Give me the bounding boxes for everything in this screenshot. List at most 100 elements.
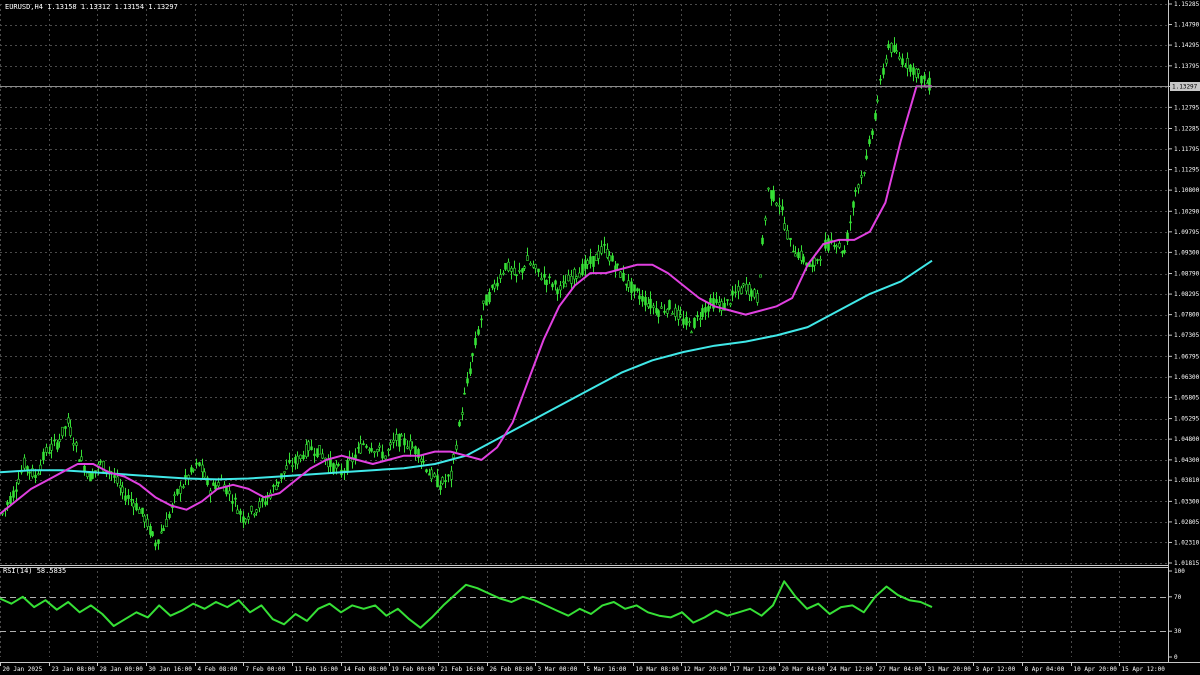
x-tick-label: 14 Feb 08:00	[344, 666, 388, 673]
candle-body	[797, 252, 800, 259]
y-tick-label: 1.14790	[1174, 22, 1200, 29]
candle-body	[332, 463, 335, 473]
y-tick-label: 1.10800	[1174, 187, 1200, 194]
candle-body	[616, 263, 619, 266]
x-tick-label: 19 Feb 00:00	[392, 666, 436, 673]
x-tick-label: 15 Apr 12:00	[1122, 666, 1166, 673]
candle-body	[384, 455, 387, 460]
candle-body	[272, 485, 275, 487]
candle-body	[310, 446, 313, 451]
candle-body	[504, 263, 507, 270]
x-tick-label: 11 Feb 16:00	[295, 666, 339, 673]
candle-body	[636, 288, 639, 292]
candle-body	[586, 260, 589, 265]
candle-body	[630, 281, 633, 293]
candle-body	[50, 443, 53, 451]
candle-body	[668, 300, 671, 310]
candle-body	[649, 298, 652, 309]
candle-body	[176, 489, 179, 495]
rsi-tick-label: 30	[1174, 628, 1182, 635]
candle-body	[868, 139, 871, 145]
candle-body	[792, 250, 795, 253]
candle-body	[543, 274, 546, 278]
y-tick-label: 1.04800	[1174, 436, 1200, 443]
candle-body	[852, 201, 855, 208]
candle-body	[261, 498, 264, 502]
candle-body	[225, 487, 228, 495]
candle-body	[165, 518, 168, 528]
candle-body	[901, 58, 904, 65]
candle-body	[264, 501, 267, 505]
candle-body	[12, 490, 15, 498]
y-tick-label: 1.03300	[1174, 498, 1200, 505]
candle-body	[425, 469, 428, 473]
candle-body	[876, 99, 879, 102]
candle-body	[365, 445, 368, 448]
candle-body	[709, 298, 712, 304]
trading-chart[interactable]: 1.15285 1.14790 1.14295 1.13795 1.13297 1.127…	[0, 0, 1200, 675]
candle-body	[433, 473, 436, 477]
candle-body	[742, 283, 745, 286]
candle-body	[296, 455, 299, 465]
candle-body	[562, 281, 565, 284]
candle-body	[411, 446, 414, 449]
candle-body	[912, 67, 915, 75]
candle-body	[313, 453, 316, 456]
candle-body	[740, 287, 743, 294]
candle-body	[857, 184, 860, 189]
y-tick-label: 1.07305	[1174, 332, 1200, 339]
candle-body	[154, 542, 157, 547]
y-tick-label: 1.11795	[1174, 146, 1200, 153]
candle-body	[138, 509, 141, 514]
candle-body	[685, 317, 688, 326]
y-tick-label: 1.04300	[1174, 457, 1200, 464]
candle-body	[731, 290, 734, 296]
candle-body	[143, 515, 146, 523]
candle-body	[554, 280, 557, 285]
candle-body	[337, 464, 340, 466]
candle-body	[578, 272, 581, 278]
candle-body	[592, 256, 595, 267]
y-tick-label: 1.09795	[1174, 229, 1200, 236]
candle-body	[132, 502, 135, 508]
candle-body	[756, 293, 759, 303]
candle-body	[652, 305, 655, 308]
candle-body	[463, 392, 466, 395]
candle-body	[291, 465, 294, 467]
candle-body	[258, 501, 261, 509]
candle-body	[638, 295, 641, 300]
candle-body	[15, 489, 18, 492]
candle-body	[321, 453, 324, 459]
candle-body	[753, 289, 756, 298]
x-tick-label: 3 Apr 12:00	[976, 666, 1016, 673]
candle-body	[179, 485, 182, 494]
candle-body	[729, 303, 732, 306]
candle-body	[619, 271, 622, 278]
candle-body	[288, 459, 291, 463]
candle-body	[149, 526, 152, 535]
y-tick-label: 1.15285	[1174, 1, 1200, 8]
candle-body	[515, 274, 518, 276]
x-tick-label: 31 Mar 20:00	[928, 666, 972, 673]
candle-body	[239, 510, 242, 515]
candle-body	[203, 471, 206, 478]
candle-body	[116, 476, 119, 484]
candle-body	[627, 280, 630, 288]
candle-body	[173, 494, 176, 497]
candle-body	[575, 276, 578, 279]
candle-body	[895, 50, 898, 53]
candle-body	[865, 155, 868, 159]
candle-body	[17, 478, 20, 484]
candle-body	[285, 465, 288, 470]
y-tick-label: 1.13795	[1174, 63, 1200, 70]
candle-body	[376, 449, 379, 452]
candle-body	[589, 256, 592, 264]
candle-body	[283, 471, 286, 474]
candle-body	[778, 205, 781, 207]
candle-body	[838, 243, 841, 248]
candle-body	[212, 482, 215, 486]
candle-body	[228, 490, 231, 495]
candle-body	[786, 230, 789, 240]
candle-body	[23, 457, 26, 469]
y-tick-label: 1.07800	[1174, 312, 1200, 319]
